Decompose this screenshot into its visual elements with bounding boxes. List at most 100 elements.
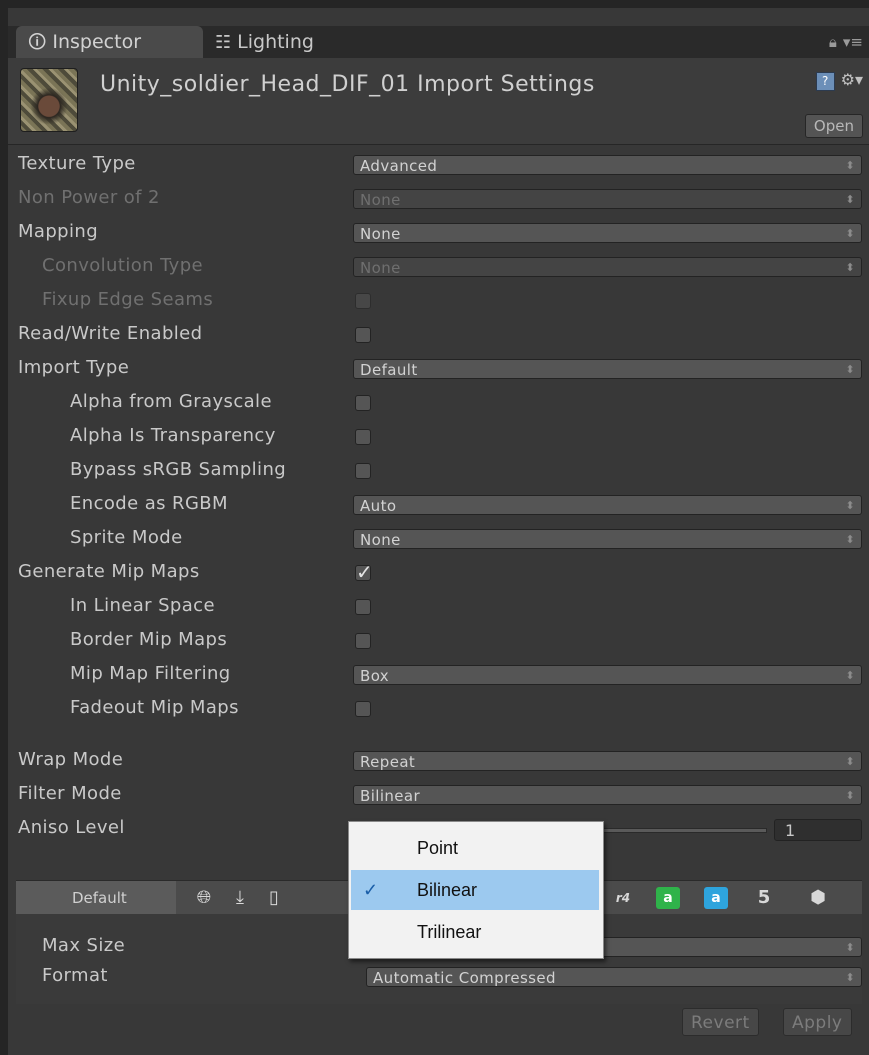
gear-icon[interactable]: ⚙▾	[841, 70, 863, 89]
dropdown-arrow-icon: ⬍	[845, 159, 855, 172]
fixup-edge-seams-label: Fixup Edge Seams	[42, 289, 214, 310]
dropdown-arrow-icon: ⬍	[845, 193, 855, 206]
non-power-of-2-value: None	[360, 191, 401, 209]
texture-thumbnail	[20, 68, 78, 132]
sprite-mode-value: None	[360, 531, 401, 549]
tab-menu-icon[interactable]: ▾≡	[843, 33, 863, 51]
wrap-mode-dropdown[interactable]: Repeat ⬍	[353, 751, 862, 771]
row-border-mip-maps: Border Mip Maps	[8, 624, 869, 658]
dropdown-arrow-icon: ⬍	[845, 533, 855, 546]
texture-type-dropdown[interactable]: Advanced ⬍	[353, 155, 862, 175]
row-mapping: Mapping None ⬍	[8, 216, 869, 250]
tab-bar: 🛈 Inspector ☷ Lighting 🔒︎ ▾≡	[8, 26, 869, 58]
texture-type-label: Texture Type	[18, 153, 136, 174]
download-icon[interactable]: ⤓	[228, 887, 252, 909]
alpha-transparency-label: Alpha Is Transparency	[70, 425, 276, 446]
format-dropdown[interactable]: Automatic Compressed ⬍	[366, 967, 862, 987]
row-alpha-grayscale: Alpha from Grayscale	[8, 386, 869, 420]
texture-type-value: Advanced	[360, 157, 438, 175]
filter-mode-value: Bilinear	[360, 787, 421, 805]
tab-inspector-label: Inspector	[52, 31, 142, 53]
info-icon: 🛈	[28, 32, 47, 53]
generate-mip-maps-checkbox[interactable]: ✓	[355, 560, 373, 584]
read-write-checkbox[interactable]	[355, 327, 371, 343]
dropdown-arrow-icon: ⬍	[845, 971, 855, 984]
fadeout-mip-maps-checkbox[interactable]	[355, 701, 371, 717]
dropdown-arrow-icon: ⬍	[845, 669, 855, 682]
row-import-type: Import Type Default ⬍	[8, 352, 869, 386]
platform-tab-default[interactable]: Default	[16, 881, 176, 915]
dropdown-arrow-icon: ⬍	[845, 755, 855, 768]
in-linear-space-checkbox[interactable]	[355, 599, 371, 615]
mip-map-filtering-label: Mip Map Filtering	[70, 663, 231, 684]
globe-icon[interactable]: 🌐︎	[192, 887, 216, 909]
format-label: Format	[42, 965, 108, 986]
row-format: Format Automatic Compressed ⬍	[16, 960, 862, 994]
mip-map-filtering-dropdown[interactable]: Box ⬍	[353, 665, 862, 685]
lock-icon[interactable]: 🔒︎	[829, 33, 837, 51]
wrap-mode-value: Repeat	[360, 753, 416, 771]
help-book-icon[interactable]: ?	[815, 72, 835, 91]
ps4-icon[interactable]: r4	[608, 887, 638, 909]
non-power-of-2-label: Non Power of 2	[18, 187, 160, 208]
row-encode-rgbm: Encode as RGBM Auto ⬍	[8, 488, 869, 522]
in-linear-space-label: In Linear Space	[70, 595, 215, 616]
alpha-grayscale-label: Alpha from Grayscale	[70, 391, 272, 412]
row-sprite-mode: Sprite Mode None ⬍	[8, 522, 869, 556]
row-generate-mip-maps: Generate Mip Maps ✓	[8, 556, 869, 590]
import-type-label: Import Type	[18, 357, 130, 378]
apply-button[interactable]: Apply	[783, 1008, 852, 1036]
html5-icon[interactable]: 5	[752, 887, 776, 909]
unity-cube-icon[interactable]: ⬢	[806, 887, 830, 909]
bypass-srgb-checkbox[interactable]	[355, 463, 371, 479]
sprite-mode-dropdown[interactable]: None ⬍	[353, 529, 862, 549]
alpha-transparency-checkbox[interactable]	[355, 429, 371, 445]
non-power-of-2-dropdown: None ⬍	[353, 189, 862, 209]
convolution-type-value: None	[360, 259, 401, 277]
android-store-icon[interactable]: a	[656, 887, 680, 909]
aniso-level-field[interactable]: 1	[774, 819, 862, 841]
mobile-phone-icon[interactable]: ▯	[262, 887, 286, 909]
convolution-type-dropdown: None ⬍	[353, 257, 862, 277]
row-filter-mode: Filter Mode Bilinear ⬍	[8, 778, 869, 812]
filter-mode-dropdown[interactable]: Bilinear ⬍	[353, 785, 862, 805]
mapping-dropdown[interactable]: None ⬍	[353, 223, 862, 243]
checkmark-icon: ✓	[356, 560, 373, 584]
generate-mip-maps-label: Generate Mip Maps	[18, 561, 200, 582]
import-type-value: Default	[360, 361, 418, 379]
wrap-mode-label: Wrap Mode	[18, 749, 124, 770]
aniso-level-label: Aniso Level	[18, 817, 125, 838]
row-non-power-of-2: Non Power of 2 None ⬍	[8, 182, 869, 216]
row-convolution-type: Convolution Type None ⬍	[8, 250, 869, 284]
tab-inspector[interactable]: 🛈 Inspector	[16, 26, 203, 58]
import-type-dropdown[interactable]: Default ⬍	[353, 359, 862, 379]
open-button[interactable]: Open	[804, 114, 863, 138]
fixup-edge-seams-checkbox	[355, 293, 371, 309]
alpha-grayscale-checkbox[interactable]	[355, 395, 371, 411]
max-size-label: Max Size	[42, 935, 126, 956]
revert-button[interactable]: Revert	[682, 1008, 759, 1036]
row-alpha-transparency: Alpha Is Transparency	[8, 420, 869, 454]
row-in-linear-space: In Linear Space	[8, 590, 869, 624]
mapping-value: None	[360, 225, 401, 243]
row-bypass-srgb: Bypass sRGB Sampling	[8, 454, 869, 488]
popup-option-trilinear[interactable]: Trilinear	[351, 912, 599, 952]
row-read-write: Read/Write Enabled	[8, 318, 869, 352]
popup-option-bilinear[interactable]: ✓ Bilinear	[351, 870, 599, 910]
filter-mode-popup: Point ✓ Bilinear Trilinear	[348, 821, 604, 959]
mapping-label: Mapping	[18, 221, 99, 242]
asset-title: Unity_soldier_Head_DIF_01 Import Setting…	[100, 72, 595, 97]
sprite-mode-label: Sprite Mode	[70, 527, 183, 548]
tab-lighting[interactable]: ☷ Lighting	[203, 26, 365, 58]
dropdown-arrow-icon: ⬍	[845, 363, 855, 376]
popup-option-point[interactable]: Point	[351, 828, 599, 868]
row-mip-map-filtering: Mip Map Filtering Box ⬍	[8, 658, 869, 692]
row-wrap-mode: Wrap Mode Repeat ⬍	[8, 744, 869, 778]
dropdown-arrow-icon: ⬍	[845, 941, 855, 954]
border-mip-maps-checkbox[interactable]	[355, 633, 371, 649]
bypass-srgb-label: Bypass sRGB Sampling	[70, 459, 287, 480]
row-fadeout-mip-maps: Fadeout Mip Maps	[8, 692, 869, 726]
windows-store-icon[interactable]: a	[704, 887, 728, 909]
encode-rgbm-dropdown[interactable]: Auto ⬍	[353, 495, 862, 515]
tab-lighting-label: Lighting	[237, 31, 314, 53]
